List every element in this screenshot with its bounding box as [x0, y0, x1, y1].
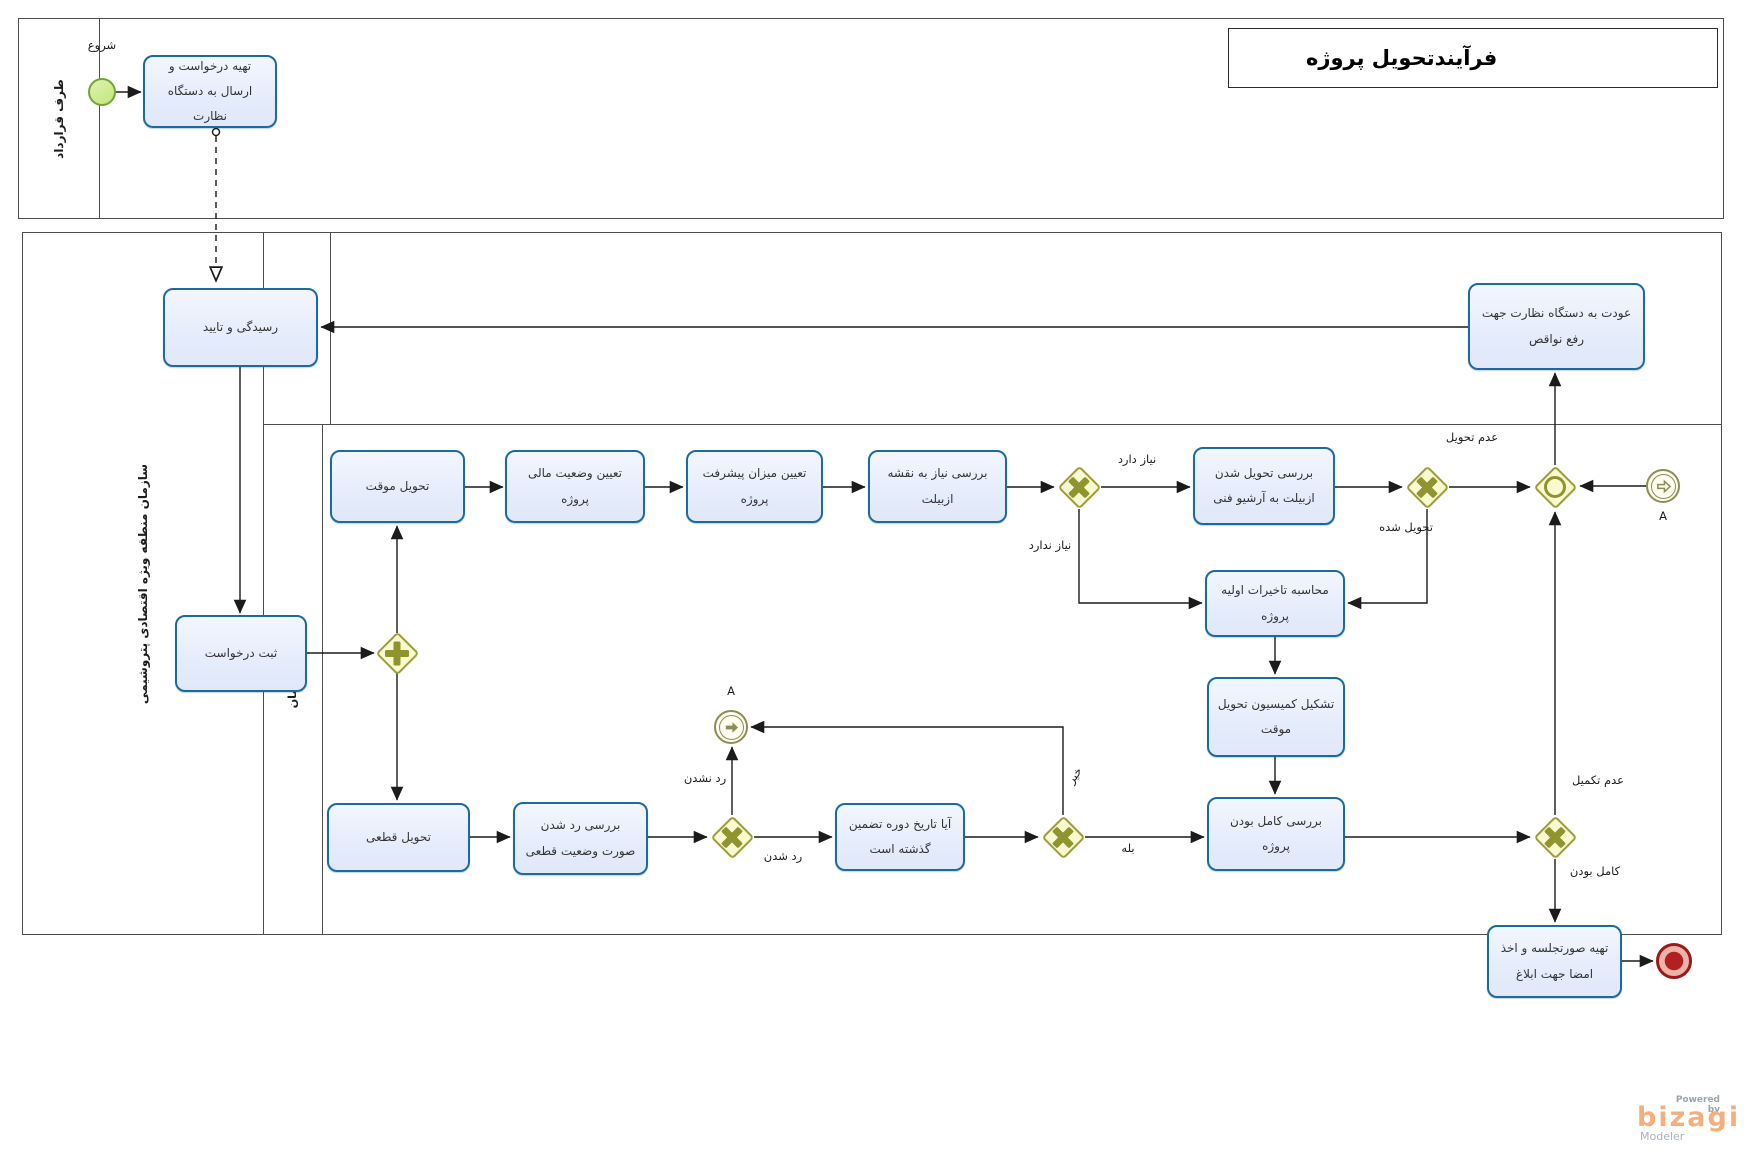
- modeler-text: Modeler: [1640, 1130, 1684, 1143]
- message-flow-origin: [213, 129, 220, 136]
- gateway-inclusive-merge[interactable]: [1533, 465, 1577, 509]
- task-asbuilt-need-check[interactable]: بررسی نیاز به نقشه ازبیلت: [868, 450, 1007, 523]
- link-throw-event-a[interactable]: [714, 710, 748, 744]
- gateway-guarantee-passed[interactable]: [1041, 815, 1085, 859]
- end-event[interactable]: [1656, 943, 1692, 979]
- gateway-rejected-or-not[interactable]: [710, 815, 754, 859]
- link-arrow-outline-icon: [1655, 478, 1672, 495]
- link-catch-event-a[interactable]: [1646, 469, 1680, 503]
- flow-gw1-noneed-to-delays: [1079, 509, 1202, 603]
- task-return-to-supervisor[interactable]: عودت به دستگاه نظارت جهت رفع نواقص: [1468, 283, 1645, 370]
- task-financial-status[interactable]: تعیین وضعیت مالی پروژه: [505, 450, 645, 523]
- task-asbuilt-archive-check[interactable]: بررسی تحویل شدن ازبیلت به آرشیو فنی: [1193, 447, 1335, 525]
- flow-label-not-delivered: عدم تحویل: [1443, 430, 1501, 446]
- task-final-delivery[interactable]: تحویل قطعی: [327, 803, 470, 872]
- flow-label-rejected: رد شدن: [752, 849, 814, 865]
- link-catch-label: A: [1649, 509, 1677, 525]
- flow-gw3-no-to-linkA: [751, 727, 1063, 815]
- task-register-request[interactable]: ثبت درخواست: [175, 615, 307, 692]
- bizagi-logo[interactable]: bizagi: [1637, 1102, 1740, 1133]
- task-guarantee-period-check[interactable]: آیا تاریخ دوره تضمین گذشته است: [835, 803, 965, 871]
- link-arrow-filled-icon: [723, 719, 740, 736]
- task-review-approve[interactable]: رسیدگی و تایید: [163, 288, 318, 367]
- flow-label-need: نیاز دارد: [1105, 452, 1169, 468]
- inclusive-circle-marker: [1544, 476, 1566, 498]
- diagram-title: فرآیندتحویل پروژه: [1306, 46, 1497, 70]
- flow-label-delivered: تحویل شده: [1379, 520, 1433, 536]
- task-form-commission[interactable]: تشکیل کمیسیون تحویل موقت: [1207, 677, 1345, 757]
- flow-label-complete: کامل بودن: [1560, 864, 1630, 880]
- flow-label-yes: بله: [1106, 841, 1150, 857]
- start-event[interactable]: [88, 78, 116, 106]
- task-prepare-request[interactable]: تهیه درخواست و ارسال به دستگاه نظارت: [143, 55, 277, 128]
- flow-connector-layer: [0, 0, 1744, 1150]
- gateway-asbuilt-need[interactable]: [1057, 465, 1101, 509]
- gateway-complete-or-not[interactable]: [1533, 815, 1577, 859]
- task-project-complete-check[interactable]: بررسی کامل بودن پروژه: [1207, 797, 1345, 871]
- bpmn-diagram-canvas: طرف قرارداد سازمان منطقه ویژه اقتصادی پت…: [0, 0, 1744, 1150]
- gateway-delivered-or-not[interactable]: [1405, 465, 1449, 509]
- diagram-title-box: فرآیندتحویل پروژه: [1228, 28, 1718, 88]
- task-temporary-delivery[interactable]: تحویل موقت: [330, 450, 465, 523]
- plus-marker-v: [394, 641, 401, 665]
- flow-label-no-need: نیاز ندارد: [1016, 538, 1084, 554]
- link-catch-ring: [1651, 474, 1676, 499]
- flow-label-incomplete: عدم تکمیل: [1562, 773, 1634, 789]
- task-calc-initial-delays[interactable]: محاسبه تاخیرات اولیه پروژه: [1205, 570, 1345, 637]
- flow-label-not-rejected: رد نشدن: [674, 771, 736, 787]
- task-statement-rejection-check[interactable]: بررسی رد شدن صورت وضعیت قطعی: [513, 802, 648, 875]
- gateway-parallel-split[interactable]: [375, 631, 419, 675]
- task-progress-level[interactable]: تعیین میزان پیشرفت پروژه: [686, 450, 823, 523]
- task-prepare-minutes[interactable]: تهیه صورتجلسه و اخذ امضا جهت ابلاغ: [1487, 925, 1622, 998]
- start-event-label: شروع: [77, 38, 127, 54]
- link-throw-label: A: [717, 684, 745, 700]
- link-throw-ring: [719, 715, 744, 740]
